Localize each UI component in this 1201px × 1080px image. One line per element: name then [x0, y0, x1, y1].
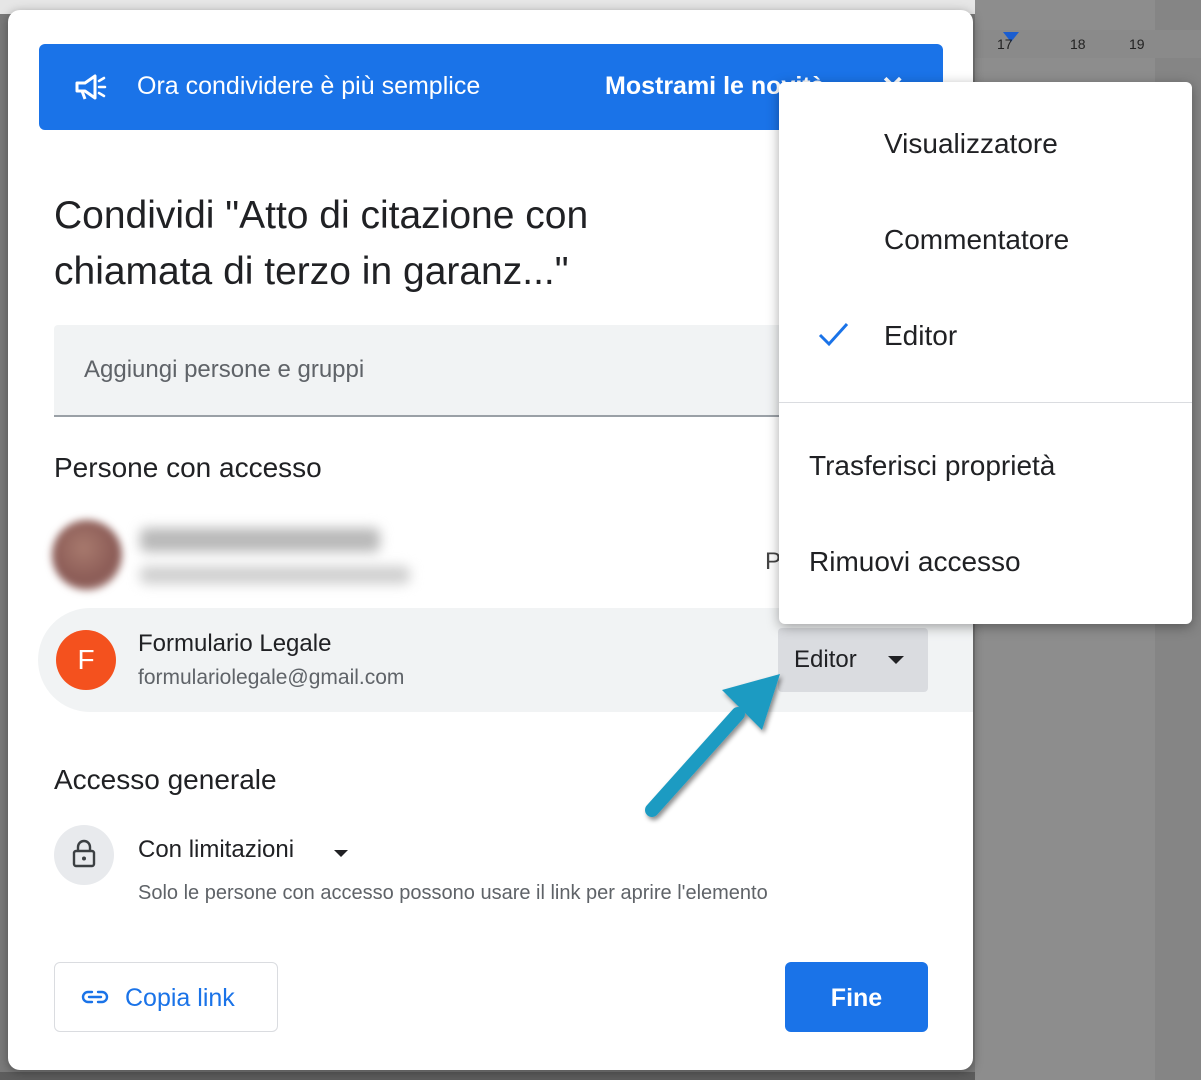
ruler-tick: 19 [1129, 36, 1145, 52]
arrow-annotation [645, 674, 780, 817]
menu-item-transfer-ownership[interactable]: Trasferisci proprietà [779, 422, 1192, 512]
add-people-input[interactable] [54, 325, 794, 417]
menu-item-label: Rimuovi accesso [809, 546, 1021, 577]
ruler: 17 18 19 [975, 30, 1201, 58]
avatar: F [56, 630, 116, 690]
ruler-tick: 17 [997, 36, 1013, 52]
people-with-access-heading: Persone con accesso [54, 452, 322, 483]
caret-down-icon [888, 656, 904, 664]
copy-link-label: Copia link [125, 984, 235, 1012]
menu-item-label: Visualizzatore [884, 128, 1058, 159]
ruler-tick: 18 [1070, 36, 1086, 52]
dialog-title: Condividi "Atto di citazione con chiamat… [54, 194, 589, 293]
menu-item-remove-access[interactable]: Rimuovi accesso [779, 518, 1192, 608]
caret-down-icon[interactable] [334, 850, 348, 857]
blurred-name [140, 528, 380, 552]
menu-divider [779, 402, 1192, 403]
general-access-heading: Accesso generale [54, 764, 277, 795]
general-access-description: Solo le persone con accesso possono usar… [138, 882, 768, 904]
menu-item-label: Commentatore [884, 224, 1070, 255]
avatar [52, 520, 122, 590]
person-email: formulariolegale@gmail.com [138, 666, 405, 689]
link-icon [81, 990, 109, 1004]
lock-icon-container [54, 825, 114, 885]
done-button[interactable]: Fine [785, 962, 928, 1032]
blurred-email [140, 566, 410, 584]
banner-text: Ora condividere è più semplice [137, 72, 481, 100]
check-icon [818, 322, 849, 347]
role-menu: Visualizzatore Commentatore Editor Trasf… [779, 82, 1192, 624]
role-dropdown-button[interactable]: Editor [778, 628, 928, 692]
person-name: Formulario Legale [138, 630, 332, 657]
menu-item-label: Editor [884, 320, 958, 351]
menu-item-viewer[interactable]: Visualizzatore [779, 100, 1192, 190]
lock-icon [72, 839, 96, 868]
menu-item-editor[interactable]: Editor [779, 292, 1192, 382]
copy-link-button[interactable]: Copia link [54, 962, 278, 1032]
general-access-dropdown[interactable]: Con limitazioni [138, 836, 294, 864]
megaphone-icon [75, 74, 107, 100]
document-background-bottom [0, 1072, 975, 1080]
role-label: Editor [794, 646, 857, 673]
menu-item-commenter[interactable]: Commentatore [779, 196, 1192, 286]
menu-item-label: Trasferisci proprietà [809, 450, 1056, 481]
